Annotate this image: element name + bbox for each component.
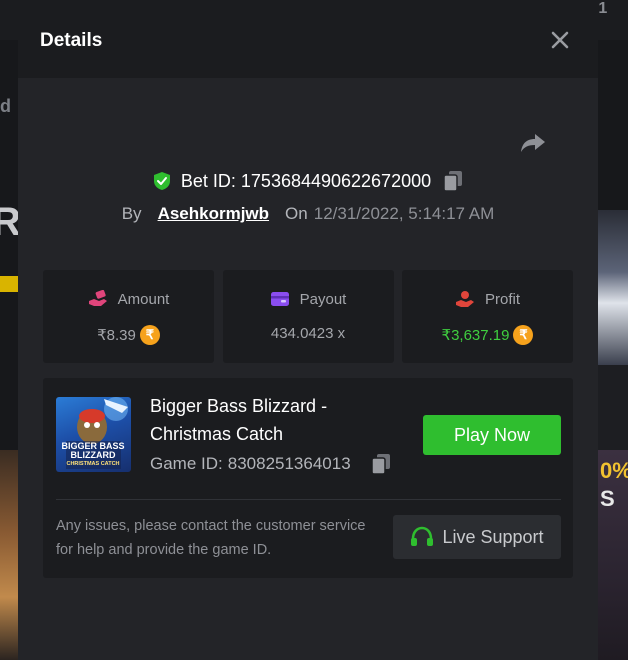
game-card: BIGGER BASS BLIZZARD CHRISTMAS CATCH Big… xyxy=(43,378,573,578)
copy-icon[interactable] xyxy=(370,453,391,475)
support-notice: Any issues, please contact the customer … xyxy=(56,518,366,558)
share-button[interactable] xyxy=(518,130,548,158)
rupee-coin-icon: ₹ xyxy=(513,325,534,345)
stat-label: Profit xyxy=(484,290,520,308)
background-text: S xyxy=(600,486,615,511)
stat-value-row: ₹8.39 ₹ xyxy=(43,325,214,345)
modal-title: Details xyxy=(40,30,103,51)
game-id-label: Game ID: xyxy=(150,454,223,473)
share-icon xyxy=(521,134,545,152)
stat-header: Profit xyxy=(402,290,573,308)
live-support-label: Live Support xyxy=(442,526,544,547)
background-panel xyxy=(598,365,628,450)
game-id-row: Game ID: 8308251364013 xyxy=(150,453,391,475)
background-text: d xyxy=(0,96,11,116)
stat-amount: Amount ₹8.39 ₹ xyxy=(43,270,214,363)
game-id-value: 8308251364013 xyxy=(227,454,351,473)
bet-id-row: Bet ID: 1753684490622672000 xyxy=(18,169,598,193)
rupee-coin-icon: ₹ xyxy=(139,325,160,345)
headset-icon xyxy=(411,526,434,546)
game-thumbnail-art: BIGGER BASS BLIZZARD CHRISTMAS CATCH xyxy=(61,397,128,469)
bet-id-value: 1753684490622672000 xyxy=(240,170,432,191)
stat-value: ₹8.39 xyxy=(97,327,136,344)
divider xyxy=(56,499,561,500)
stat-value-row: ₹3,637.19 ₹ xyxy=(402,325,573,345)
game-title: Bigger Bass Blizzard - Christmas Catch xyxy=(150,396,328,444)
username-link[interactable]: Asehkormjwb xyxy=(158,204,269,224)
background-text: 0% xyxy=(600,458,628,483)
details-modal: Details Bet ID: 1753684490622672000 By A… xyxy=(18,0,598,660)
bet-datetime: 12/31/2022, 5:14:17 AM xyxy=(313,204,495,223)
stat-payout: Payout 434.0423 x xyxy=(222,270,394,363)
copy-icon[interactable] xyxy=(443,170,463,192)
stat-value-row: 434.0423 x xyxy=(223,325,394,342)
on-label: On xyxy=(285,204,308,223)
background-image xyxy=(598,210,628,365)
thumbnail-text: BLIZZARD xyxy=(71,450,116,460)
stat-value: ₹3,637.19 xyxy=(441,327,510,344)
stat-header: Amount xyxy=(43,290,214,308)
profit-hand-icon xyxy=(455,291,474,307)
live-support-button[interactable]: Live Support xyxy=(393,515,561,559)
money-hand-icon xyxy=(88,290,107,306)
shield-check-icon xyxy=(153,172,170,190)
bet-id-label: Bet ID: xyxy=(180,170,236,191)
by-label: By xyxy=(121,204,142,223)
modal-header: Details xyxy=(18,0,598,78)
stat-label: Payout xyxy=(299,290,347,308)
play-now-button[interactable]: Play Now xyxy=(423,415,561,455)
game-thumbnail[interactable]: BIGGER BASS BLIZZARD CHRISTMAS CATCH xyxy=(56,397,131,472)
bet-meta-row: By Asehkormjwb On 12/31/2022, 5:14:17 AM xyxy=(18,202,598,226)
stat-label: Amount xyxy=(117,290,170,308)
stat-profit: Profit ₹3,637.19 ₹ xyxy=(402,270,573,363)
thumbnail-text: CHRISTMAS CATCH xyxy=(66,461,119,467)
stat-header: Payout xyxy=(223,290,394,308)
stats-row: Amount ₹8.39 ₹ Payout 434.0423 x Profit … xyxy=(43,270,573,363)
close-button[interactable] xyxy=(548,28,572,52)
background-image xyxy=(0,450,18,660)
background-banner xyxy=(0,276,18,292)
close-icon xyxy=(551,31,569,49)
wallet-icon xyxy=(270,292,289,306)
stat-value: 434.0423 x xyxy=(270,325,346,342)
